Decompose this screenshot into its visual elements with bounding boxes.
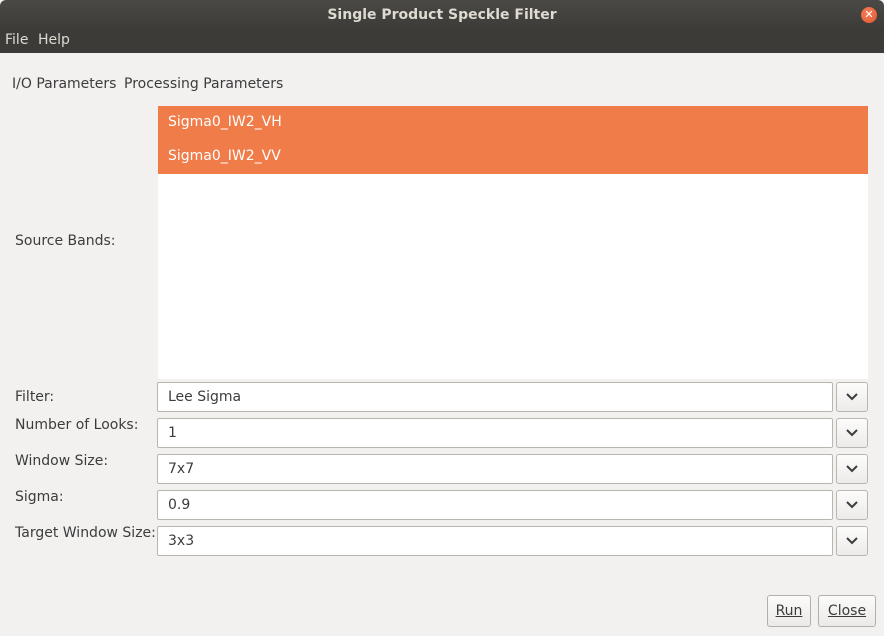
close-button[interactable]: Close: [818, 595, 876, 627]
sigma-dropdown-button[interactable]: [836, 490, 868, 520]
menu-help[interactable]: Help: [38, 32, 70, 48]
window-size-dropdown-button[interactable]: [836, 454, 868, 484]
chevron-down-icon: [846, 465, 858, 473]
chevron-down-icon: [846, 429, 858, 437]
run-button[interactable]: Run: [767, 595, 811, 627]
filter-dropdown-button[interactable]: [836, 382, 868, 412]
title-bar: Single Product Speckle Filter ✕: [0, 0, 884, 30]
window-size-label: Window Size:: [15, 453, 109, 469]
chevron-down-icon: [846, 393, 858, 401]
menu-file[interactable]: File: [5, 32, 28, 48]
close-icon: ✕: [864, 8, 874, 21]
window-title: Single Product Speckle Filter: [327, 7, 557, 23]
source-bands-label: Source Bands:: [15, 233, 116, 249]
chevron-down-icon: [846, 537, 858, 545]
sigma-select[interactable]: 0.9: [157, 490, 833, 520]
window-size-select[interactable]: 7x7: [157, 454, 833, 484]
target-window-size-label: Target Window Size:: [15, 525, 156, 541]
num-looks-dropdown-button[interactable]: [836, 418, 868, 448]
num-looks-label: Number of Looks:: [15, 417, 139, 433]
filter-select[interactable]: Lee Sigma: [157, 382, 833, 412]
target-window-size-dropdown-button[interactable]: [836, 526, 868, 556]
list-item[interactable]: Sigma0_IW2_VH: [158, 106, 868, 140]
tab-io-parameters[interactable]: I/O Parameters: [12, 76, 116, 92]
sigma-label: Sigma:: [15, 489, 64, 505]
list-item[interactable]: Sigma0_IW2_VV: [158, 140, 868, 174]
tab-processing-parameters[interactable]: Processing Parameters: [124, 76, 283, 92]
target-window-size-select[interactable]: 3x3: [157, 526, 833, 556]
chevron-down-icon: [846, 501, 858, 509]
window-close-button[interactable]: ✕: [861, 7, 877, 23]
num-looks-select[interactable]: 1: [157, 418, 833, 448]
source-bands-list[interactable]: Sigma0_IW2_VH Sigma0_IW2_VV: [158, 106, 868, 379]
menu-bar: File Help: [0, 30, 884, 53]
filter-label: Filter:: [15, 389, 55, 405]
